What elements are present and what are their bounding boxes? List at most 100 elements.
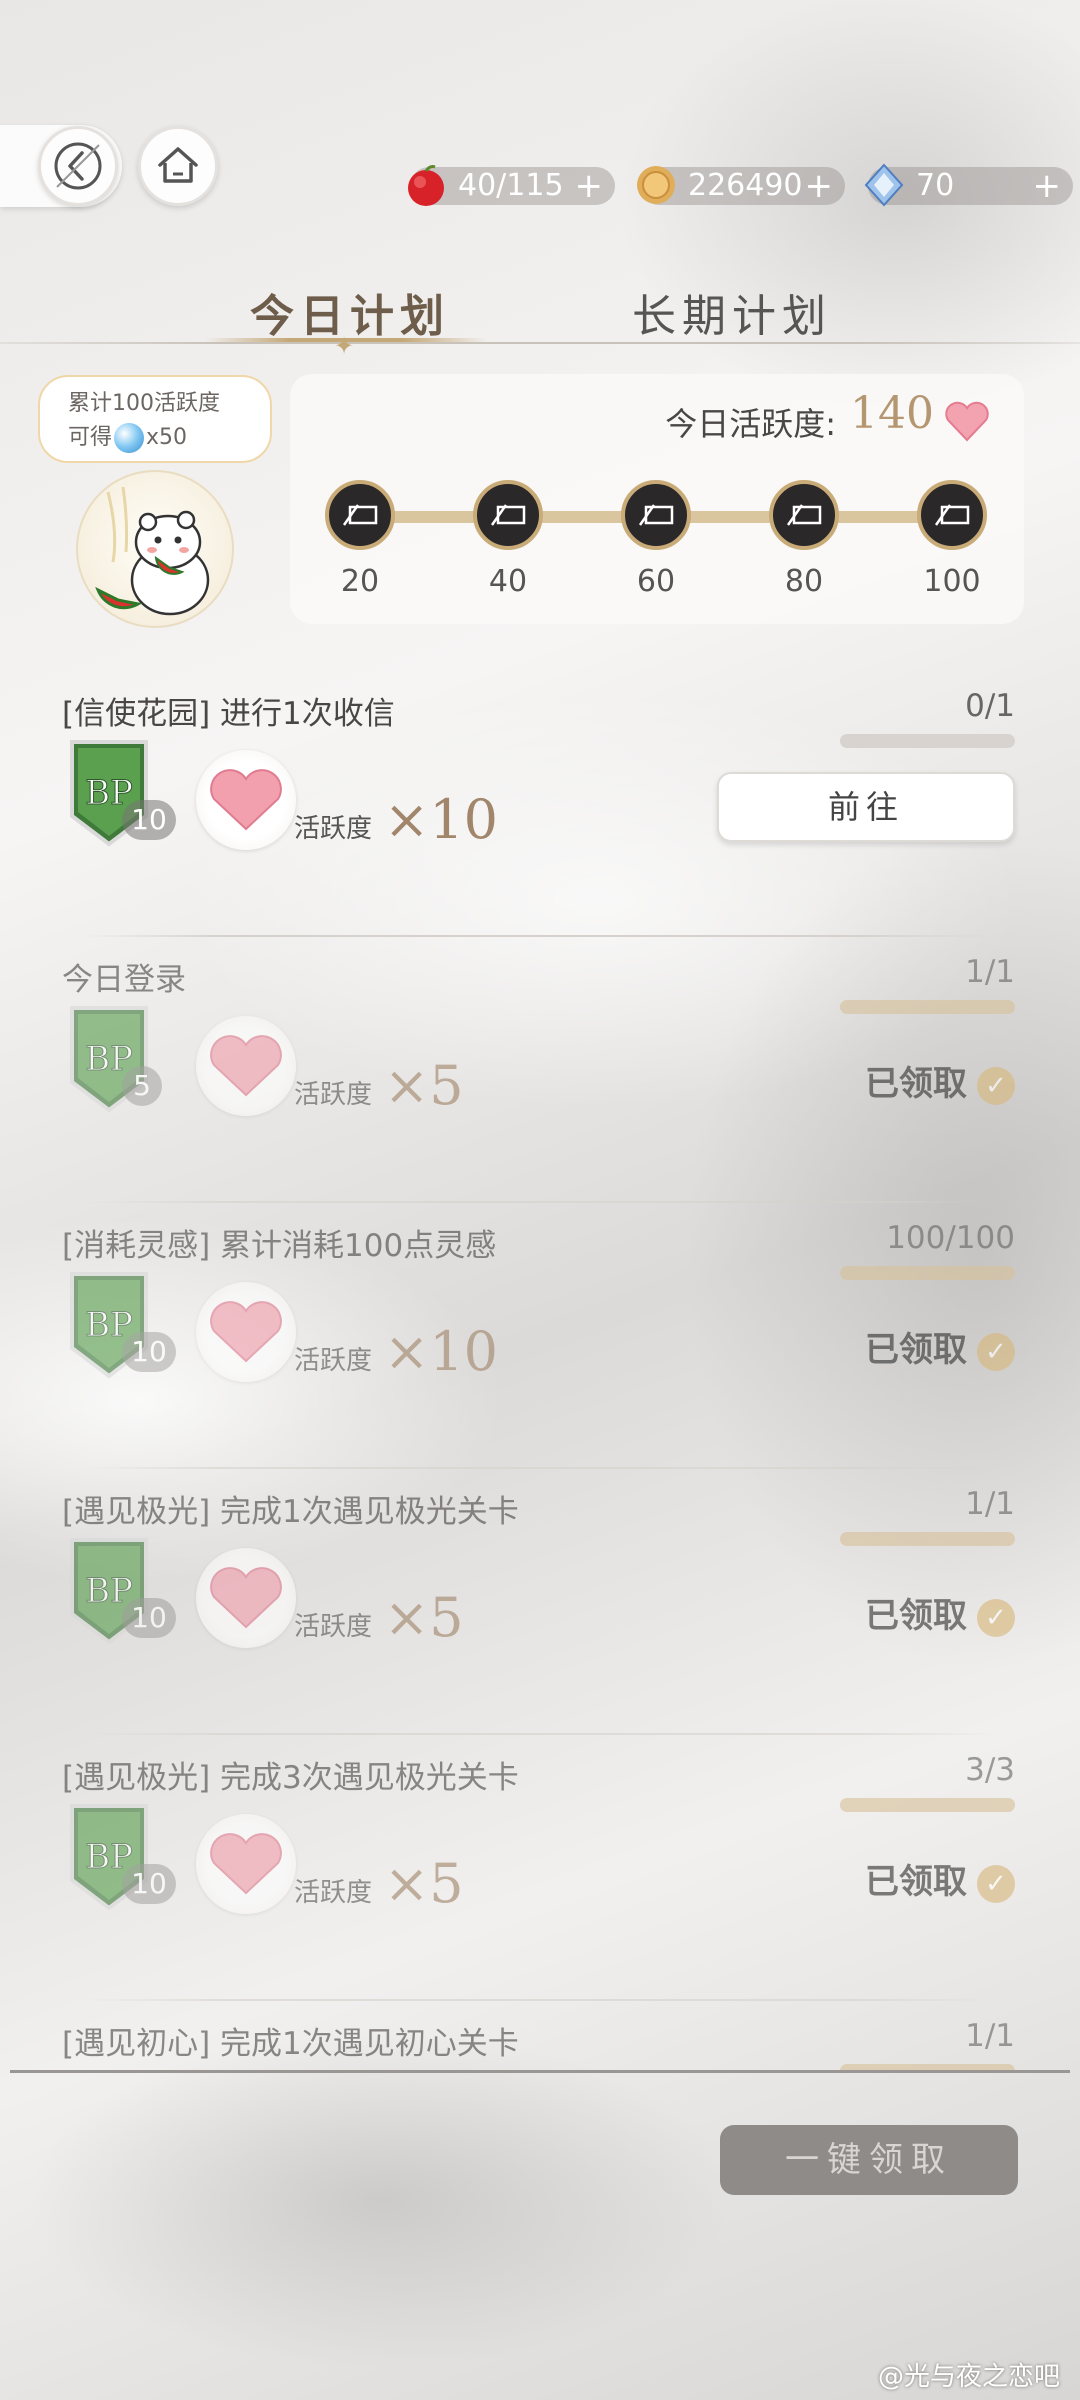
gold-plus-icon[interactable]: + — [805, 167, 834, 205]
go-button[interactable]: 前往 — [717, 772, 1015, 842]
activity-label: 今日活跃度: — [665, 405, 836, 443]
reward-label: 活跃度 — [294, 814, 373, 844]
claimed-status: 已领取 ✓ — [865, 1854, 1015, 1903]
task-progress: 3/3 — [965, 1752, 1015, 1788]
task-progress-bar — [840, 734, 1015, 748]
task-item: 今日登录 1/1 BP 5 活跃度 ×5 已领取 ✓ — [0, 938, 1080, 1203]
milestone-label: 100 — [923, 564, 981, 599]
reward-ticket-icon — [638, 504, 674, 526]
reward-label: 活跃度 — [294, 1878, 373, 1908]
reward-label: 活跃度 — [294, 1612, 373, 1642]
milestone-label: 80 — [784, 564, 824, 599]
check-icon: ✓ — [977, 1598, 1015, 1637]
milestone-chest-20[interactable] — [325, 480, 395, 550]
reward-ticket-icon — [490, 504, 526, 526]
gem-counter[interactable]: 70 + — [864, 163, 1073, 207]
task-item: [信使花园] 进行1次收信 0/1 BP 10 活跃度 ×10 前往 — [0, 672, 1080, 937]
reward-ticket-icon — [934, 504, 970, 526]
gold-coin-icon — [637, 166, 675, 204]
bp-count: 10 — [122, 1864, 176, 1904]
task-title: [遇见极光] 完成3次遇见极光关卡 — [62, 1760, 519, 1796]
activity-heart-reward — [196, 1814, 296, 1914]
activity-heart-reward — [196, 1282, 296, 1382]
bubble-line2: 可得 x50 — [68, 421, 270, 455]
heart-icon — [210, 1035, 282, 1097]
task-progress: 0/1 — [965, 688, 1015, 724]
reward-amount: ×5 — [384, 1586, 464, 1649]
task-progress: 100/100 — [886, 1220, 1015, 1256]
stamina-value: 40/115 — [458, 168, 564, 203]
activity-heart-reward — [196, 750, 296, 850]
home-button[interactable] — [138, 126, 218, 206]
apple-icon — [408, 165, 444, 206]
task-divider — [85, 1467, 995, 1469]
gem-value: 70 — [916, 168, 955, 203]
list-bottom-divider — [10, 2070, 1070, 2073]
check-icon: ✓ — [977, 1332, 1015, 1371]
task-divider — [85, 1201, 995, 1203]
milestone-chest-60[interactable] — [621, 480, 691, 550]
bp-count: 10 — [122, 800, 176, 840]
stamina-counter[interactable]: 40/115 + — [408, 165, 615, 206]
task-title: [信使花园] 进行1次收信 — [62, 696, 395, 732]
back-button[interactable] — [38, 126, 118, 206]
bp-count: 10 — [122, 1598, 176, 1638]
task-progress-bar — [840, 1000, 1015, 1014]
reward-ticket-icon — [342, 504, 378, 526]
milestone-label: 20 — [340, 564, 380, 599]
reward-amount: ×5 — [384, 1054, 464, 1117]
reward-amount: ×10 — [384, 1320, 498, 1383]
activity-value: 140 — [850, 388, 934, 439]
stamina-plus-icon[interactable]: + — [575, 167, 604, 205]
claim-all-button[interactable]: 一键领取 — [720, 2125, 1018, 2195]
heart-icon — [945, 401, 989, 442]
task-divider — [85, 935, 995, 937]
bp-count: 5 — [122, 1066, 162, 1106]
sparkle-icon: ✦ — [334, 332, 355, 360]
claimed-status: 已领取 ✓ — [865, 1056, 1015, 1105]
heart-icon — [210, 769, 282, 831]
reward-hint-bubble: 累计100活跃度 可得 x50 — [38, 375, 272, 463]
gold-value: 226490 — [688, 168, 803, 203]
claimed-status: 已领取 ✓ — [865, 1588, 1015, 1637]
task-item: [遇见极光] 完成3次遇见极光关卡 3/3 BP 10 活跃度 ×5 已领取 ✓ — [0, 1736, 1080, 2001]
check-icon: ✓ — [977, 1066, 1015, 1105]
task-item: [遇见初心] 完成1次遇见初心关卡 1/1 — [0, 2002, 1080, 2070]
task-divider — [85, 1733, 995, 1735]
milestone-chest-40[interactable] — [473, 480, 543, 550]
task-item: [消耗灵感] 累计消耗100点灵感 100/100 BP 10 活跃度 ×10 … — [0, 1204, 1080, 1469]
task-progress: 1/1 — [965, 2018, 1015, 2054]
bp-count: 10 — [122, 1332, 176, 1372]
milestone-label: 60 — [636, 564, 676, 599]
bear-mascot-icon — [95, 486, 210, 616]
task-title: [消耗灵感] 累计消耗100点灵感 — [62, 1228, 497, 1264]
task-title: 今日登录 — [62, 962, 186, 998]
task-title: [遇见极光] 完成1次遇见极光关卡 — [62, 1494, 519, 1530]
task-progress-bar — [840, 1532, 1015, 1546]
task-item: [遇见极光] 完成1次遇见极光关卡 1/1 BP 10 活跃度 ×5 已领取 ✓ — [0, 1470, 1080, 1735]
activity-heart-reward — [196, 1548, 296, 1648]
milestone-label: 40 — [488, 564, 528, 599]
milestone-chest-80[interactable] — [769, 480, 839, 550]
orb-icon — [114, 423, 145, 453]
task-progress: 1/1 — [965, 954, 1015, 990]
task-divider — [85, 1999, 995, 2001]
bubble-line1: 累计100活跃度 — [68, 391, 220, 416]
reward-label: 活跃度 — [294, 1080, 373, 1110]
check-icon: ✓ — [977, 1864, 1015, 1903]
milestone-chest-100[interactable] — [917, 480, 987, 550]
heart-icon — [210, 1567, 282, 1629]
tab-long-term-plan[interactable]: 长期计划 — [632, 280, 832, 344]
crystal-icon — [864, 163, 904, 207]
activity-progress-card: 今日活跃度: 140 20 40 60 80 100 — [290, 374, 1024, 624]
reward-amount: ×10 — [384, 788, 498, 851]
task-progress-bar — [840, 1266, 1015, 1280]
gold-counter[interactable]: 226490 + — [637, 166, 845, 205]
claimed-status: 已领取 ✓ — [865, 1322, 1015, 1371]
gem-plus-icon[interactable]: + — [1033, 167, 1062, 205]
reward-label: 活跃度 — [294, 1346, 373, 1376]
task-progress-bar — [840, 1798, 1015, 1812]
task-title: [遇见初心] 完成1次遇见初心关卡 — [62, 2026, 519, 2062]
mascot-avatar[interactable] — [76, 470, 234, 628]
reward-amount: ×5 — [384, 1852, 464, 1915]
